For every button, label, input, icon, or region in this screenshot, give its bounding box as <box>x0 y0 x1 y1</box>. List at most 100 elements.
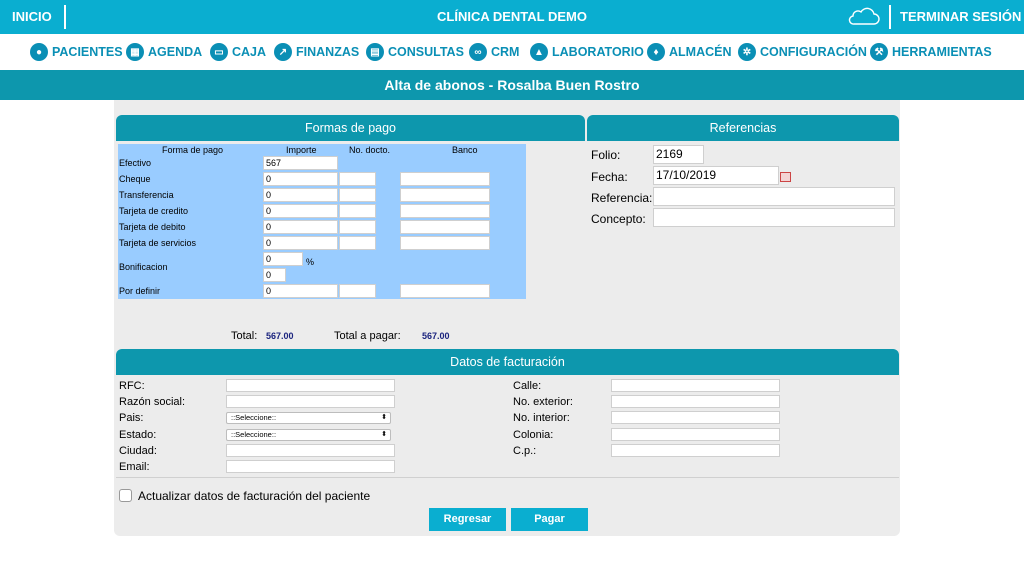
nav-item-crm[interactable]: ∞ CRM <box>469 42 519 62</box>
no-exterior-field[interactable] <box>611 395 780 408</box>
nav-label: AGENDA <box>148 45 203 59</box>
folio-label: Folio: <box>591 148 621 162</box>
nav-label: CONSULTAS <box>388 45 464 59</box>
total-label: Total: <box>231 330 258 342</box>
calle-field[interactable] <box>611 379 780 392</box>
nav-item-laboratorio[interactable]: ▲ LABORATORIO <box>530 42 644 62</box>
divider <box>889 5 891 29</box>
estado-label: Estado: <box>119 429 157 441</box>
referencia-field[interactable] <box>653 187 895 206</box>
nav-label: CAJA <box>232 45 267 59</box>
importe-credito[interactable]: 0 <box>263 204 338 218</box>
pais-label: Pais: <box>119 412 144 424</box>
fecha-field[interactable]: 17/10/2019 <box>653 166 779 185</box>
importe-servicios[interactable]: 0 <box>263 236 338 250</box>
razon-social-label: Razón social: <box>119 396 186 408</box>
flask-icon: ▲ <box>530 43 548 61</box>
no-interior-label: No. interior: <box>513 412 570 424</box>
nav-item-pacientes[interactable]: ● PACIENTES <box>30 42 123 62</box>
tools-icon: ⚒ <box>870 43 888 61</box>
chevron-down-icon: ⬍ <box>381 431 387 438</box>
pay-button[interactable]: Pagar <box>511 508 588 531</box>
back-button[interactable]: Regresar <box>429 508 506 531</box>
banco-debito[interactable] <box>400 220 490 234</box>
estado-select[interactable]: ::Seleccione:: ⬍ <box>226 429 391 441</box>
nav-item-agenda[interactable]: ▦ AGENDA <box>126 42 202 62</box>
email-field[interactable] <box>226 460 395 473</box>
referencia-label: Referencia: <box>591 191 653 205</box>
update-billing-checkbox[interactable] <box>119 489 132 502</box>
bonificacion-percent[interactable]: 0 <box>263 252 303 266</box>
handshake-icon: ∞ <box>469 43 487 61</box>
docto-servicios[interactable] <box>339 236 376 250</box>
email-label: Email: <box>119 461 150 473</box>
importe-transferencia[interactable]: 0 <box>263 188 338 202</box>
top-bar: INICIO CLÍNICA DENTAL DEMO TERMINAR SESI… <box>0 0 1024 34</box>
nav-item-herramientas[interactable]: ⚒ HERRAMIENTAS <box>870 42 992 62</box>
tooth-icon: ♦ <box>647 43 665 61</box>
nav-label: CRM <box>491 45 520 59</box>
no-interior-field[interactable] <box>611 411 780 424</box>
formas-pago-header: Formas de pago <box>116 115 585 141</box>
pais-select-value: ::Seleccione:: <box>231 413 277 422</box>
col-header-forma: Forma de pago <box>162 145 224 155</box>
estado-select-value: ::Seleccione:: <box>231 430 277 439</box>
razon-social-field[interactable] <box>226 395 395 408</box>
total-value: 567.00 <box>266 331 294 341</box>
nav-label: CONFIGURACIÓN <box>760 45 867 59</box>
nav-label: FINANZAS <box>296 45 360 59</box>
ciudad-field[interactable] <box>226 444 395 457</box>
docto-credito[interactable] <box>339 204 376 218</box>
banco-por-definir[interactable] <box>400 284 490 298</box>
page-title: Alta de abonos - Rosalba Buen Rostro <box>0 70 1024 100</box>
gears-icon: ✲ <box>738 43 756 61</box>
chart-icon: ↗ <box>274 43 292 61</box>
total-pagar-value: 567.00 <box>422 331 450 341</box>
row-label-servicios: Tarjeta de servicios <box>119 238 197 248</box>
cloud-icon[interactable] <box>846 7 882 27</box>
row-label-credito: Tarjeta de credito <box>119 206 189 216</box>
cp-field[interactable] <box>611 444 780 457</box>
banco-cheque[interactable] <box>400 172 490 186</box>
col-header-docto: No. docto. <box>349 145 391 155</box>
bonificacion-amount[interactable]: 0 <box>263 268 286 282</box>
nav-label: LABORATORIO <box>552 45 644 59</box>
importe-cheque[interactable]: 0 <box>263 172 338 186</box>
importe-efectivo[interactable]: 567 <box>263 156 338 170</box>
nav-label: HERRAMIENTAS <box>892 45 992 59</box>
colonia-field[interactable] <box>611 428 780 441</box>
patient-icon: ● <box>30 43 48 61</box>
colonia-label: Colonia: <box>513 429 554 441</box>
nav-item-almacen[interactable]: ♦ ALMACÉN <box>647 42 732 62</box>
concepto-field[interactable] <box>653 208 895 227</box>
nav-item-caja[interactable]: ▭ CAJA <box>210 42 266 62</box>
folio-field[interactable]: 2169 <box>653 145 704 164</box>
nav-item-consultas[interactable]: ▤ CONSULTAS <box>366 42 464 62</box>
col-header-importe: Importe <box>286 145 317 155</box>
no-exterior-label: No. exterior: <box>513 396 573 408</box>
cp-label: C.p.: <box>513 445 537 457</box>
docto-debito[interactable] <box>339 220 376 234</box>
docto-por-definir[interactable] <box>339 284 376 298</box>
rfc-field[interactable] <box>226 379 395 392</box>
nav-item-finanzas[interactable]: ↗ FINANZAS <box>274 42 359 62</box>
importe-por-definir[interactable]: 0 <box>263 284 338 298</box>
banco-servicios[interactable] <box>400 236 490 250</box>
row-label-debito: Tarjeta de debito <box>119 222 186 232</box>
docto-cheque[interactable] <box>339 172 376 186</box>
row-label-transferencia: Transferencia <box>119 190 174 200</box>
logout-link[interactable]: TERMINAR SESIÓN <box>900 9 1021 24</box>
calendar-icon[interactable] <box>780 172 791 182</box>
col-header-banco: Banco <box>452 145 478 155</box>
document-icon: ▤ <box>366 43 384 61</box>
nav-item-configuracion[interactable]: ✲ CONFIGURACIÓN <box>738 42 867 62</box>
docto-transferencia[interactable] <box>339 188 376 202</box>
ciudad-label: Ciudad: <box>119 445 157 457</box>
main-nav: ● PACIENTES ▦ AGENDA ▭ CAJA ↗ FINANZAS ▤ CONS… <box>0 34 1024 70</box>
banco-transferencia[interactable] <box>400 188 490 202</box>
importe-debito[interactable]: 0 <box>263 220 338 234</box>
banco-credito[interactable] <box>400 204 490 218</box>
nav-label: ALMACÉN <box>669 45 732 59</box>
pais-select[interactable]: ::Seleccione:: ⬍ <box>226 412 391 424</box>
facturacion-header: Datos de facturación <box>116 349 899 375</box>
